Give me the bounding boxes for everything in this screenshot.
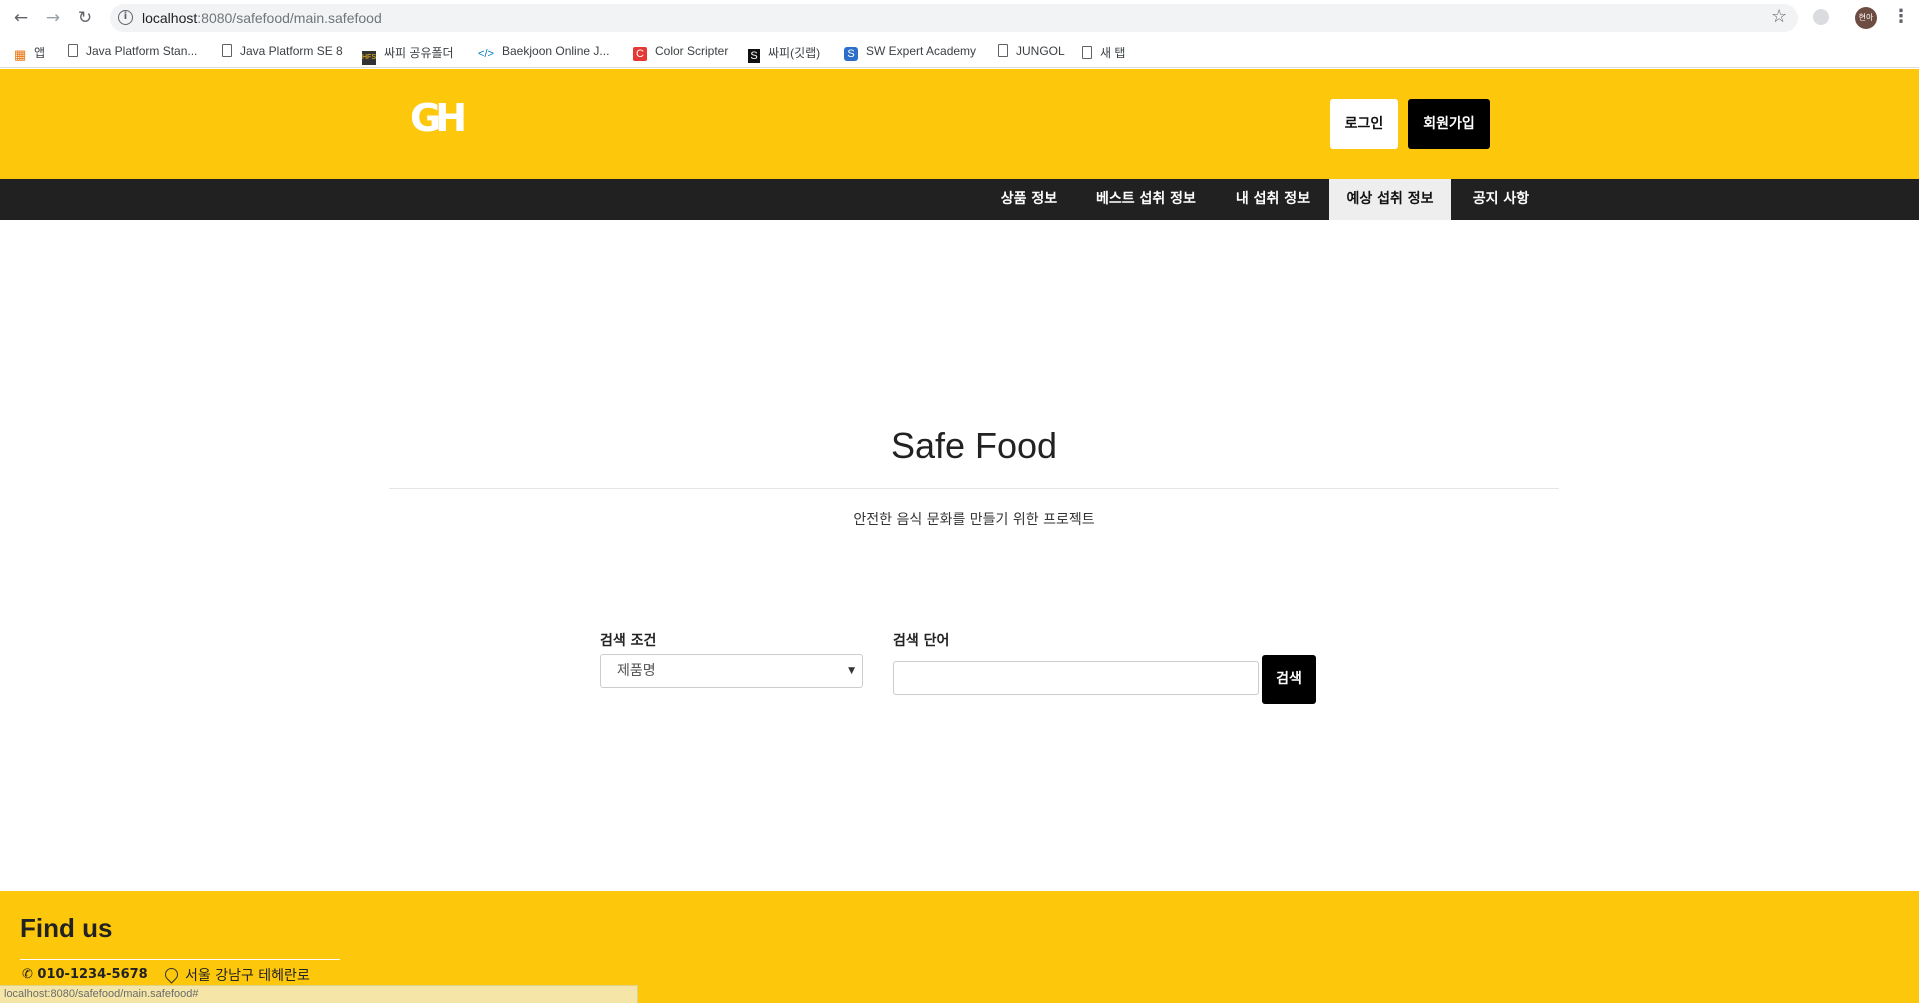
footer-address: 서울 강남구 테헤란로 [162, 965, 310, 985]
bookmark-apps[interactable]: ▦ 앱 [14, 44, 45, 62]
footer-phone-text: 010-1234-5678 [37, 967, 148, 982]
dropdown-arrow-icon: ▼ [848, 666, 855, 676]
bookmark-label: 싸피(깃랩) [768, 46, 821, 60]
page-icon [998, 44, 1008, 57]
page-subtitle: 안전한 음식 문화를 만들기 위한 프로젝트 [853, 512, 1095, 528]
nav-item-best-intake[interactable]: 베스트 섭취 정보 [1083, 179, 1209, 220]
nav-item-notice[interactable]: 공지 사항 [1457, 179, 1545, 220]
bookmark-label: 싸피 공유폴더 [384, 46, 454, 60]
bookmark-label: SW Expert Academy [866, 44, 977, 58]
bookmark-label: Java Platform Stan... [86, 44, 198, 58]
bookmark-label: Java Platform SE 8 [240, 44, 343, 58]
login-button[interactable]: 로그인 [1330, 99, 1398, 149]
bookmark-color-scripter[interactable]: C Color Scripter [633, 44, 728, 61]
nav-item-product-info[interactable]: 상품 정보 [985, 179, 1073, 220]
nav-item-expected-intake[interactable]: 예상 섭취 정보 [1329, 179, 1451, 220]
extension-icon[interactable] [1813, 9, 1829, 25]
bookmark-label: JUNGOL [1016, 44, 1065, 58]
page-title: Safe Food [890, 425, 1058, 466]
gitlab-icon: S [748, 49, 760, 63]
bookmark-label: 앱 [34, 46, 46, 60]
bookmark-jungol[interactable]: JUNGOL [998, 44, 1065, 58]
footer-phone: ✆ 010-1234-5678 [22, 967, 148, 982]
search-keyword-label: 검색 단어 [893, 633, 950, 649]
bookmark-ssafy-share[interactable]: HFS 싸피 공유폴더 [362, 44, 454, 65]
apps-grid-icon: ▦ [14, 47, 27, 62]
search-condition-value: 제품명 [617, 663, 656, 679]
hfs-icon: HFS [362, 51, 376, 65]
page-icon [222, 44, 232, 57]
bookmark-label: Color Scripter [655, 44, 729, 58]
search-condition-select[interactable]: 제품명 ▼ [600, 654, 863, 688]
divider [389, 488, 1559, 489]
signup-button[interactable]: 회원가입 [1408, 99, 1490, 149]
reload-icon[interactable]: ↻ [74, 7, 96, 29]
main-nav: 상품 정보 베스트 섭취 정보 내 섭취 정보 예상 섭취 정보 공지 사항 [0, 179, 1919, 220]
forward-arrow-icon[interactable]: → [42, 7, 64, 29]
page-icon [68, 44, 78, 57]
address-url[interactable]: localhost:8080/safefood/main.safefood [142, 10, 382, 26]
bookmark-label: Baekjoon Online J... [502, 44, 610, 58]
code-icon: </> [478, 48, 494, 60]
color-scripter-icon: C [633, 47, 647, 61]
site-logo[interactable]: GH [410, 96, 467, 140]
page-icon [1082, 46, 1092, 59]
search-button[interactable]: 검색 [1262, 655, 1316, 704]
footer-title: Find us [20, 913, 113, 943]
back-arrow-icon[interactable]: ← [10, 7, 32, 29]
address-bar[interactable]: i localhost:8080/safefood/main.safefood [110, 4, 1798, 32]
map-pin-icon [162, 965, 181, 984]
browser-menu-icon[interactable]: ⋮ [1892, 6, 1910, 27]
site-header: GH 로그인 회원가입 [0, 69, 1919, 179]
swea-icon: S [844, 47, 858, 61]
browser-toolbar: ← → ↻ i localhost:8080/safefood/main.saf… [0, 0, 1919, 36]
footer-address-text: 서울 강남구 테헤란로 [185, 968, 310, 984]
bookmark-new-tab[interactable]: 새 탭 [1082, 44, 1125, 61]
url-host: localhost [142, 10, 198, 26]
bookmark-java-platform-stan[interactable]: Java Platform Stan... [68, 44, 197, 58]
bookmark-ssafy-gitlab[interactable]: S 싸피(깃랩) [748, 44, 820, 63]
nav-item-my-intake[interactable]: 내 섭취 정보 [1223, 179, 1323, 220]
phone-icon: ✆ [22, 967, 38, 982]
profile-avatar[interactable]: 현아 [1855, 7, 1877, 29]
search-keyword-input[interactable] [893, 661, 1259, 695]
footer-divider [20, 959, 340, 960]
browser-status-bar: localhost:8080/safefood/main.safefood# [0, 985, 638, 1003]
bookmark-swea[interactable]: S SW Expert Academy [844, 44, 976, 61]
site-info-icon[interactable]: i [118, 10, 133, 25]
url-path: :8080/safefood/main.safefood [197, 10, 382, 26]
bookmark-star-icon[interactable]: ☆ [1771, 6, 1787, 27]
bookmark-java-platform-se8[interactable]: Java Platform SE 8 [222, 44, 343, 58]
bookmark-baekjoon[interactable]: </> Baekjoon Online J... [478, 44, 609, 61]
bookmark-label: 새 탭 [1100, 46, 1126, 60]
search-condition-label: 검색 조건 [600, 633, 657, 649]
bookmarks-bar: ▦ 앱 Java Platform Stan... Java Platform S… [0, 36, 1919, 68]
